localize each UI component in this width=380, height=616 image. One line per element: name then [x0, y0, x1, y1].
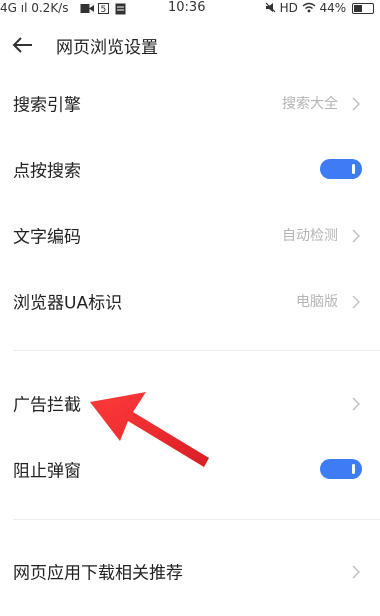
status-bar: 4G ıl 0.2K/s 5 10:36 HD 44% — [0, 0, 380, 18]
section-divider — [13, 519, 380, 520]
status-right: HD 44% — [265, 1, 374, 16]
battery-fill — [354, 5, 362, 12]
text-encoding-value: 自动检测 — [282, 228, 338, 244]
search-engine-row[interactable]: 搜索引擎 搜索大全 — [0, 70, 380, 136]
search-engine-label: 搜索引擎 — [13, 95, 81, 116]
network-speed: 4G ıl 0.2K/s — [0, 1, 69, 15]
storage-icon — [115, 3, 126, 18]
web-app-recommend-row[interactable]: 网页应用下载相关推荐 — [0, 538, 380, 604]
block-popups-toggle[interactable] — [320, 459, 362, 479]
block-popups-row: 阻止弹窗 — [0, 436, 380, 502]
tap-search-row: 点按搜索 — [0, 136, 380, 202]
mute-icon — [265, 2, 276, 16]
notification-icon: 5 — [98, 3, 109, 17]
clock: 10:36 — [168, 0, 206, 15]
chevron-right-icon — [350, 228, 362, 243]
title-bar: 网页浏览设置 — [0, 18, 380, 72]
browser-ua-row[interactable]: 浏览器UA标识 电脑版 — [0, 268, 380, 334]
block-popups-label: 阻止弹窗 — [13, 461, 81, 482]
page-title: 网页浏览设置 — [56, 38, 158, 58]
tap-search-toggle[interactable] — [320, 159, 362, 179]
wifi-icon — [302, 2, 316, 16]
chevron-right-icon — [350, 396, 362, 411]
back-arrow-icon[interactable] — [10, 32, 36, 58]
section-divider — [13, 350, 380, 351]
tap-search-label: 点按搜索 — [13, 161, 81, 182]
ad-block-label: 广告拦截 — [13, 395, 81, 416]
chevron-right-icon — [350, 564, 362, 579]
text-encoding-row[interactable]: 文字编码 自动检测 — [0, 202, 380, 268]
ad-block-row[interactable]: 广告拦截 — [0, 370, 380, 436]
hd-label: HD — [279, 1, 298, 15]
chevron-right-icon — [350, 96, 362, 111]
video-icon — [80, 3, 94, 17]
svg-text:5: 5 — [101, 5, 107, 14]
browser-ua-value: 电脑版 — [296, 294, 338, 310]
text-encoding-label: 文字编码 — [13, 227, 81, 248]
browser-ua-label: 浏览器UA标识 — [13, 293, 123, 314]
battery-percent: 44% — [319, 1, 347, 15]
toggle-knob — [352, 464, 355, 474]
chevron-right-icon — [350, 294, 362, 309]
search-engine-value: 搜索大全 — [282, 96, 338, 112]
toggle-knob — [352, 164, 355, 174]
web-app-recommend-label: 网页应用下载相关推荐 — [13, 563, 183, 584]
battery-icon — [352, 3, 374, 14]
